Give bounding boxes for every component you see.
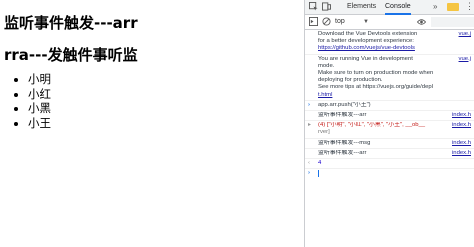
message-text: Download the Vue Devtools extension	[318, 31, 418, 37]
source-link[interactable]: vue.j	[459, 56, 471, 63]
input-prompt-icon: ›	[308, 170, 310, 177]
log-text: 监听事件触发---arr	[318, 112, 367, 119]
name-list: 小明 小红 小黑 小王	[14, 72, 51, 130]
filter-input[interactable]	[431, 17, 474, 27]
devtools-tabbar: Elements Console » ⋮	[305, 0, 474, 15]
input-prompt-icon: ›	[308, 101, 310, 108]
console-messages: vue.j Download the Vue Devtools extensio…	[305, 30, 474, 247]
message-text: for a better development experience:	[318, 38, 414, 45]
warning-badge[interactable]	[447, 3, 459, 11]
console-log-array[interactable]: ▸ index.h (4) ["小明", "小红", "小黑", "小王", _…	[305, 121, 474, 139]
command-text: app.arr.push("小王")	[318, 101, 371, 108]
inspect-element-icon[interactable]	[309, 2, 318, 11]
list-item: 小红	[28, 87, 51, 102]
result-value: 4	[318, 160, 322, 167]
console-result: ‹ 4	[305, 159, 474, 170]
list-item: 小黑	[28, 101, 51, 116]
source-link[interactable]: vue.j	[459, 31, 471, 38]
array-preview: (4) ["小明", "小红", "小黑", "小王", __ob__	[318, 122, 426, 129]
console-message: vue.j You are running Vue in development…	[305, 55, 474, 101]
console-command: › app.arr.push("小王")	[305, 101, 474, 112]
result-arrow-icon: ‹	[308, 160, 310, 167]
source-link[interactable]: index.h	[452, 150, 471, 157]
sidebar-toggle-icon[interactable]	[309, 17, 318, 26]
chevron-down-icon[interactable]: ▼	[363, 17, 369, 27]
message-link[interactable]: t.html	[318, 92, 471, 99]
console-prompt[interactable]: ›	[305, 169, 474, 179]
heading-reversed: rra---发触件事听监	[4, 46, 138, 64]
list-item: 小明	[28, 72, 51, 87]
eye-icon[interactable]	[417, 18, 426, 26]
tab-console[interactable]: Console	[385, 0, 411, 15]
message-link[interactable]: https://github.com/vuejs/vue-devtools	[318, 45, 471, 52]
message-text: deploying for production.	[318, 77, 383, 84]
clear-console-icon[interactable]	[322, 17, 331, 26]
message-text: Make sure to turn on production mode whe…	[318, 70, 434, 77]
devtools-menu-icon[interactable]: ⋮	[465, 0, 474, 13]
source-link[interactable]: index.h	[452, 112, 471, 119]
console-log: index.h 监听事件触发---arr	[305, 149, 474, 160]
message-text: mode.	[318, 62, 335, 69]
tab-elements[interactable]: Elements	[347, 0, 376, 13]
source-link[interactable]: index.h	[452, 140, 471, 147]
devtools-panel: Elements Console » ⋮ top ▼ vue.j Downloa…	[304, 0, 474, 247]
page-content: 监听事件触发---arr rra---发触件事听监 小明 小红 小黑 小王	[0, 0, 304, 247]
device-toolbar-icon[interactable]	[322, 2, 331, 11]
message-text: See more tips at https://vuejs.org/guide…	[318, 84, 433, 91]
list-item: 小王	[28, 116, 51, 131]
log-text: 监听事件触发---arr	[318, 149, 367, 156]
more-tabs-button[interactable]: »	[433, 0, 437, 13]
console-message: vue.j Download the Vue Devtools extensio…	[305, 30, 474, 55]
array-preview-cont: rver]	[318, 129, 330, 136]
log-text: 监听事件触发---msg	[318, 139, 371, 146]
heading-arr: 监听事件触发---arr	[4, 14, 138, 32]
expand-arrow-icon[interactable]: ▸	[308, 122, 311, 129]
console-log: index.h 监听事件触发---arr	[305, 111, 474, 122]
message-text: You are running Vue in development	[318, 55, 413, 62]
console-toolbar: top ▼	[305, 15, 474, 30]
source-link[interactable]: index.h	[452, 122, 471, 129]
text-cursor	[318, 170, 319, 178]
console-log: index.h 监听事件触发---msg	[305, 139, 474, 149]
